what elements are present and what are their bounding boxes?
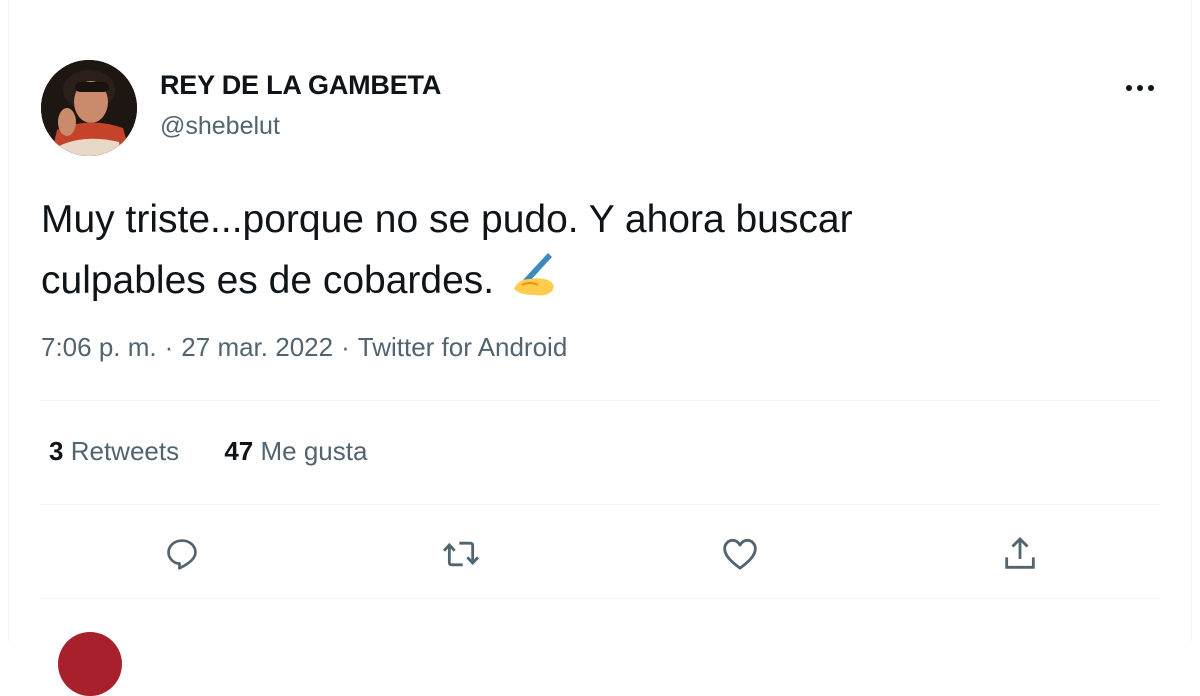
tweet-metadata: 7:06 p. m. · 27 mar. 2022 · Twitter for Andr… bbox=[41, 332, 567, 363]
tweet-date-link[interactable]: 27 mar. 2022 bbox=[181, 332, 333, 362]
reply-icon bbox=[167, 539, 197, 570]
meta-separator: · bbox=[164, 332, 174, 362]
stats-divider-bottom bbox=[41, 504, 1159, 505]
next-tweet-avatar[interactable] bbox=[58, 632, 122, 696]
retweets-label: Retweets bbox=[70, 436, 180, 466]
share-button[interactable] bbox=[998, 532, 1042, 576]
tweet-stats: 3 Retweets 47 Me gusta bbox=[49, 436, 405, 467]
stats-divider-top bbox=[41, 400, 1159, 401]
likes-stat[interactable]: 47 Me gusta bbox=[224, 436, 367, 466]
more-horizontal-icon bbox=[1126, 85, 1154, 91]
timeline-border-right bbox=[1191, 0, 1192, 641]
retweet-button[interactable] bbox=[439, 532, 483, 576]
timeline-border-left bbox=[8, 0, 9, 641]
more-options-button[interactable] bbox=[1118, 72, 1162, 104]
writing-hand-emoji-icon bbox=[508, 249, 558, 316]
like-icon bbox=[723, 538, 757, 570]
tweet-text-line-2: culpables es de cobardes. bbox=[41, 259, 495, 302]
meta-separator: · bbox=[341, 332, 350, 362]
retweets-count: 3 bbox=[49, 436, 64, 466]
tweet-time-link[interactable]: 7:06 p. m. bbox=[41, 332, 157, 362]
actions-divider-bottom bbox=[41, 598, 1159, 599]
share-icon bbox=[1005, 536, 1035, 569]
likes-label: Me gusta bbox=[260, 436, 368, 466]
likes-count: 47 bbox=[224, 436, 254, 466]
retweet-icon bbox=[442, 541, 480, 567]
author-avatar[interactable] bbox=[41, 60, 137, 156]
tweet-text-line-1: Muy triste...porque no se pudo. Y ahora … bbox=[41, 198, 853, 241]
like-button[interactable] bbox=[718, 532, 762, 576]
tweet-source-link[interactable]: Twitter for Android bbox=[358, 332, 568, 362]
tweet-text: Muy triste...porque no se pudo. Y ahora … bbox=[41, 190, 1041, 316]
user-avatar-icon bbox=[41, 60, 137, 156]
author-handle[interactable]: @shebelut bbox=[160, 112, 280, 141]
author-display-name[interactable]: REY DE LA GAMBETA bbox=[160, 70, 441, 101]
reply-button[interactable] bbox=[160, 532, 204, 576]
retweets-stat[interactable]: 3 Retweets bbox=[49, 436, 179, 466]
